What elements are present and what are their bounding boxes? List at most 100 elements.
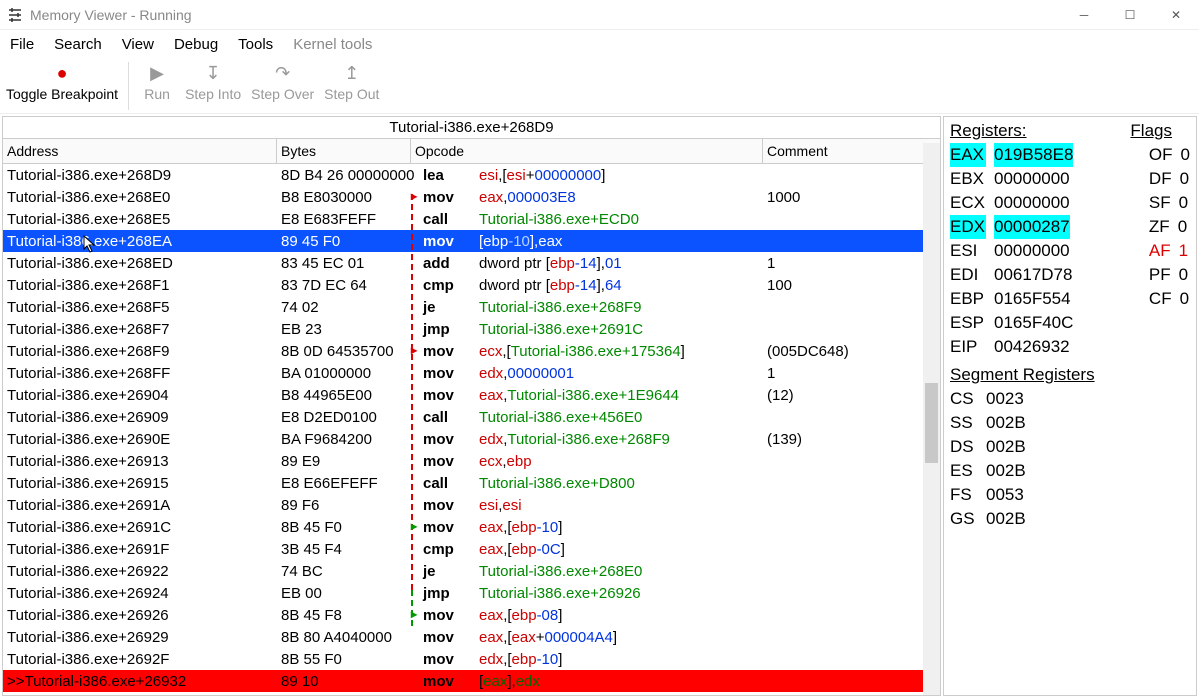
flag-af[interactable]: AF1 xyxy=(1149,239,1190,263)
register-name: EBX xyxy=(950,167,986,191)
disasm-row[interactable]: Tutorial-i386.exe+268F7EB 23jmpTutorial-… xyxy=(3,318,940,340)
menu-debug[interactable]: Debug xyxy=(174,36,218,53)
disasm-row[interactable]: Tutorial-i386.exe+269298B 80 A4040000mov… xyxy=(3,626,940,648)
segment-ds[interactable]: DS002B xyxy=(950,435,1190,459)
disassembler-pane: Tutorial-i386.exe+268D9 Address Bytes Op… xyxy=(2,116,941,696)
row-operands: Tutorial-i386.exe+268E0 xyxy=(475,563,763,580)
disasm-row[interactable]: Tutorial-i386.exe+26909E8 D2ED0100callTu… xyxy=(3,406,940,428)
disasm-row[interactable]: Tutorial-i386.exe+2691389 E9movecx,ebp xyxy=(3,450,940,472)
menu-search[interactable]: Search xyxy=(54,36,102,53)
row-operands: eax,Tutorial-i386.exe+1E9644 xyxy=(475,387,763,404)
row-opcode: call xyxy=(411,211,475,228)
disasm-row[interactable]: Tutorial-i386.exe+268E5E8 E683FEFFcallTu… xyxy=(3,208,940,230)
flag-pf[interactable]: PF0 xyxy=(1149,263,1190,287)
row-comment: 1 xyxy=(763,365,940,382)
register-esp[interactable]: ESP0165F40C xyxy=(950,311,1190,335)
menu-file[interactable]: File xyxy=(10,36,34,53)
toggle-bp-button[interactable]: ●Toggle Breakpoint xyxy=(6,62,118,102)
disasm-row[interactable]: Tutorial-i386.exe+2692274 BCjeTutorial-i… xyxy=(3,560,940,582)
row-bytes: EB 00 xyxy=(277,585,411,602)
row-bytes: 89 F6 xyxy=(277,497,411,514)
col-header-bytes[interactable]: Bytes xyxy=(277,139,411,163)
segment-fs[interactable]: FS0053 xyxy=(950,483,1190,507)
row-address: Tutorial-i386.exe+268F7 xyxy=(3,321,277,338)
register-value: 00426932 xyxy=(994,335,1070,359)
menu-kernel-tools[interactable]: Kernel tools xyxy=(293,36,372,53)
disasm-row[interactable]: Tutorial-i386.exe+2690EBA F9684200movedx… xyxy=(3,428,940,450)
row-bytes: E8 D2ED0100 xyxy=(277,409,411,426)
flag-cf[interactable]: CF0 xyxy=(1149,287,1190,311)
disasm-row[interactable]: Tutorial-i386.exe+268FFBA 01000000movedx… xyxy=(3,362,940,384)
scrollbar-thumb[interactable] xyxy=(925,383,938,463)
disasm-row[interactable]: Tutorial-i386.exe+26915E8 E66EFEFFcallTu… xyxy=(3,472,940,494)
menubar: File Search View Debug Tools Kernel tools xyxy=(0,30,1199,58)
register-value: 00000287 xyxy=(994,215,1070,239)
row-operands: Tutorial-i386.exe+268F9 xyxy=(475,299,763,316)
scrollbar[interactable] xyxy=(923,143,940,695)
col-header-opcode[interactable]: Opcode xyxy=(411,139,763,163)
register-value: 00617D78 xyxy=(994,263,1072,287)
row-bytes: E8 E66EFEFF xyxy=(277,475,411,492)
row-opcode: cmp xyxy=(411,277,475,294)
row-opcode: mov xyxy=(411,607,475,624)
flag-sf[interactable]: SF0 xyxy=(1149,191,1190,215)
disasm-row[interactable]: Tutorial-i386.exe+268E0B8 E8030000moveax… xyxy=(3,186,940,208)
row-opcode: mov xyxy=(411,343,475,360)
row-operands: Tutorial-i386.exe+26926 xyxy=(475,585,763,602)
disasm-row[interactable]: Tutorial-i386.exe+268F98B 0D 64535700mov… xyxy=(3,340,940,362)
col-header-address[interactable]: Address xyxy=(3,139,277,163)
run-label: Run xyxy=(144,86,170,102)
row-comment: 100 xyxy=(763,277,940,294)
segment-gs[interactable]: GS002B xyxy=(950,507,1190,531)
row-operands: esi,esi xyxy=(475,497,763,514)
disasm-row[interactable]: Tutorial-i386.exe+268D98D B4 26 00000000… xyxy=(3,164,940,186)
flag-of[interactable]: OF0 xyxy=(1149,143,1190,167)
disasm-row[interactable]: Tutorial-i386.exe+2692F8B 55 F0movedx,[e… xyxy=(3,648,940,670)
minimize-button[interactable]: ─ xyxy=(1061,0,1107,30)
menu-tools[interactable]: Tools xyxy=(238,36,273,53)
disasm-row[interactable]: >>Tutorial-i386.exe+2693289 10mov[eax],e… xyxy=(3,670,940,692)
disasm-row[interactable]: Tutorial-i386.exe+26924EB 00jmpTutorial-… xyxy=(3,582,940,604)
register-name: EAX xyxy=(950,143,986,167)
register-value: 00000000 xyxy=(994,239,1070,263)
disasm-row[interactable]: Tutorial-i386.exe+268F574 02jeTutorial-i… xyxy=(3,296,940,318)
disasm-row[interactable]: Tutorial-i386.exe+26904B8 44965E00moveax… xyxy=(3,384,940,406)
maximize-button[interactable]: ☐ xyxy=(1107,0,1153,30)
row-operands: eax,[ebp-08] xyxy=(475,607,763,624)
row-bytes: 8B 45 F0 xyxy=(277,519,411,536)
titlebar: Memory Viewer - Running ─ ☐ ✕ xyxy=(0,0,1199,30)
menu-view[interactable]: View xyxy=(122,36,154,53)
row-bytes: 83 45 EC 01 xyxy=(277,255,411,272)
step-out-button: ↥Step Out xyxy=(324,62,379,102)
run-icon: ▶ xyxy=(150,62,164,84)
segment-registers-title: Segment Registers xyxy=(950,363,1190,387)
toggle-bp-icon: ● xyxy=(57,62,68,84)
disasm-row[interactable]: Tutorial-i386.exe+269268B 45 F8moveax,[e… xyxy=(3,604,940,626)
row-address: Tutorial-i386.exe+26926 xyxy=(3,607,277,624)
row-bytes: 89 45 F0 xyxy=(277,233,411,250)
disasm-row[interactable]: Tutorial-i386.exe+268ED83 45 EC 01adddwo… xyxy=(3,252,940,274)
row-bytes: EB 23 xyxy=(277,321,411,338)
register-value: 00000000 xyxy=(994,167,1070,191)
disasm-row[interactable]: Tutorial-i386.exe+268EA89 45 F0mov[ebp-1… xyxy=(3,230,940,252)
disasm-row[interactable]: Tutorial-i386.exe+2691C8B 45 F0moveax,[e… xyxy=(3,516,940,538)
row-opcode: mov xyxy=(411,673,475,690)
segment-ss[interactable]: SS002B xyxy=(950,411,1190,435)
disassembly-rows[interactable]: Tutorial-i386.exe+268D98D B4 26 00000000… xyxy=(3,164,940,695)
row-opcode: mov xyxy=(411,453,475,470)
register-eip[interactable]: EIP00426932 xyxy=(950,335,1190,359)
disasm-row[interactable]: Tutorial-i386.exe+268F183 7D EC 64cmpdwo… xyxy=(3,274,940,296)
segment-es[interactable]: ES002B xyxy=(950,459,1190,483)
row-address: Tutorial-i386.exe+268EA xyxy=(3,233,277,250)
disasm-row[interactable]: Tutorial-i386.exe+2691F3B 45 F4cmpeax,[e… xyxy=(3,538,940,560)
row-operands: esi,[esi+00000000] xyxy=(475,167,763,184)
col-header-comment[interactable]: Comment˄ xyxy=(763,139,940,163)
disasm-row[interactable]: Tutorial-i386.exe+2691A89 F6movesi,esi xyxy=(3,494,940,516)
row-bytes: 89 10 xyxy=(277,673,411,690)
flag-df[interactable]: DF0 xyxy=(1149,167,1190,191)
row-comment: (005DC648) xyxy=(763,343,940,360)
flag-zf[interactable]: ZF0 xyxy=(1149,215,1190,239)
run-button: ▶ Run xyxy=(139,62,175,102)
close-button[interactable]: ✕ xyxy=(1153,0,1199,30)
segment-cs[interactable]: CS0023 xyxy=(950,387,1190,411)
